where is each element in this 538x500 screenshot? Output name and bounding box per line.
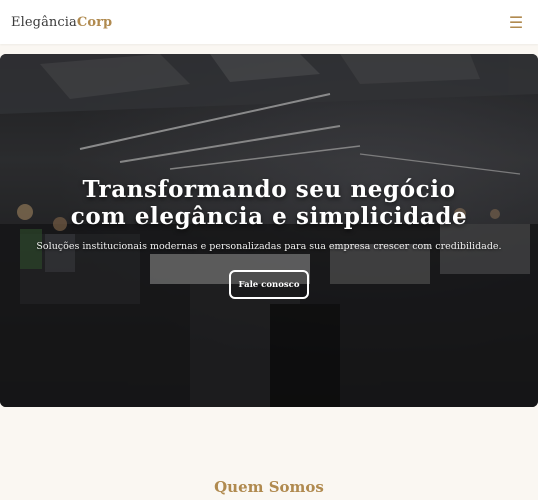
about-section-title: Quem Somos (214, 478, 324, 496)
hero-banner: Transformando seu negócio com elegância … (0, 54, 538, 407)
hero-title-line-2: com elegância e simplicidade (70, 203, 468, 230)
contact-button[interactable]: Fale conosco (229, 270, 309, 299)
hamburger-menu-icon[interactable]: ☰ (506, 12, 526, 32)
brand-logo[interactable]: ElegânciaCorp (11, 15, 112, 30)
hero-title: Transformando seu negócio com elegância … (69, 176, 469, 230)
hero-content: Transformando seu negócio com elegância … (0, 54, 538, 407)
hero-title-line-1: Transformando seu negócio (82, 176, 456, 203)
hero-subtitle: Soluções institucionais modernas e perso… (36, 241, 502, 252)
top-navbar: ElegânciaCorp ☰ (0, 0, 538, 44)
logo-accent-text: Corp (76, 14, 113, 30)
logo-main-text: Elegância (11, 14, 77, 30)
